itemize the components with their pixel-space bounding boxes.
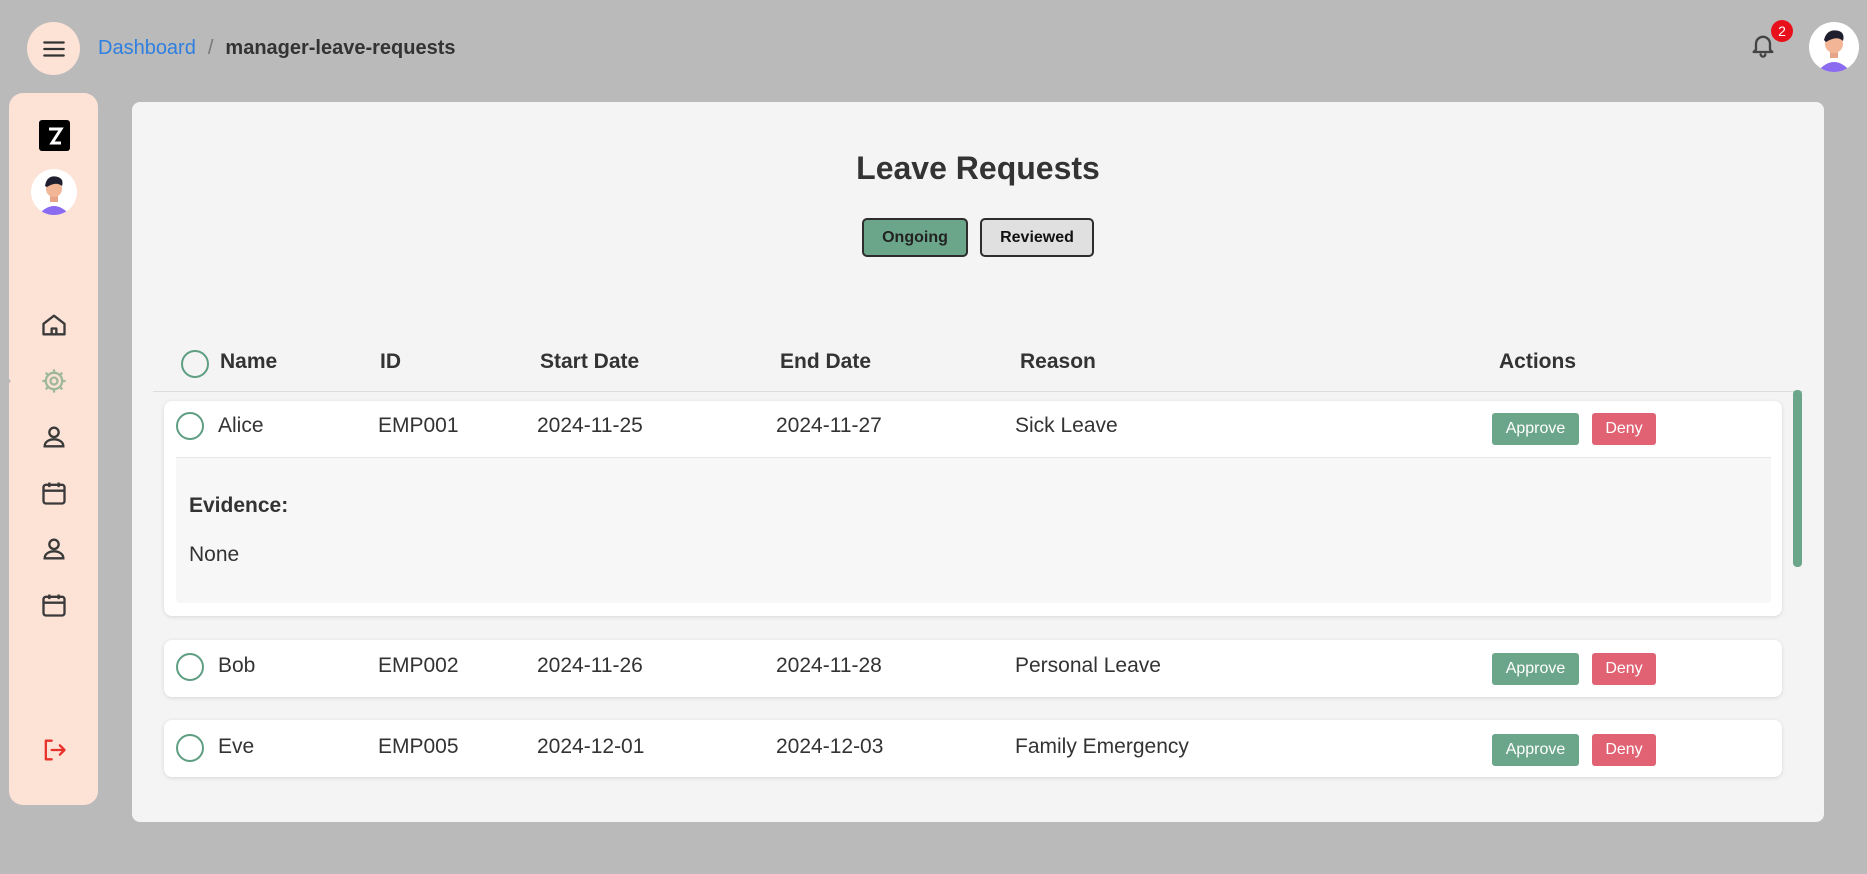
table-header: Name ID Start Date End Date Reason Actio… [153,346,1803,392]
row-select-radio[interactable] [176,653,204,681]
sidebar-item-employees[interactable] [38,533,70,565]
row-end-date: 2024-12-03 [776,735,884,758]
breadcrumb-current: manager-leave-requests [225,37,456,59]
logout-button[interactable] [38,734,70,766]
row-start-date: 2024-11-26 [537,654,643,677]
approve-button[interactable]: Approve [1492,653,1579,685]
column-header-actions: Actions [1499,350,1577,373]
approve-button[interactable]: Approve [1492,734,1579,766]
row-name: Alice [218,414,264,437]
row-select-radio[interactable] [176,734,204,762]
row-reason: Family Emergency [1015,735,1189,758]
table-scrollbar[interactable] [1793,390,1802,567]
logout-icon [44,739,66,761]
sidebar-avatar[interactable] [31,169,77,215]
row-id: EMP001 [378,414,459,437]
evidence-value: None [189,543,240,566]
calendar-icon [42,482,66,505]
notification-badge: 2 [1771,20,1793,42]
row-name: Eve [218,735,255,758]
row-name: Bob [218,654,256,677]
evidence-label: Evidence: [189,494,289,517]
row-end-date: 2024-11-28 [776,654,882,677]
active-indicator [0,369,11,393]
select-all-radio[interactable] [181,350,209,378]
row-start-date: 2024-11-25 [537,414,643,437]
row-reason: Personal Leave [1015,654,1161,677]
gear-icon [42,369,66,393]
row-start-date: 2024-12-01 [537,735,645,758]
deny-button[interactable]: Deny [1592,653,1656,685]
table-row[interactable]: Eve EMP005 2024-12-01 2024-12-03 Family … [164,720,1782,777]
breadcrumb-dashboard-link[interactable]: Dashboard [98,37,196,60]
status-tabs: Ongoing Reviewed [862,218,1094,257]
sidebar [9,93,98,805]
table-row[interactable]: Bob EMP002 2024-11-26 2024-11-28 Persona… [164,640,1782,697]
home-icon [42,314,66,336]
evidence-panel: Evidence: None [176,457,1771,603]
sidebar-item-profile[interactable] [38,421,70,453]
sidebar-item-settings[interactable] [38,365,70,397]
breadcrumb-separator: / [207,37,214,59]
menu-button[interactable] [27,22,80,75]
person-icon [43,426,65,448]
hamburger-menu-icon [42,40,65,57]
column-header-end-date: End Date [780,350,872,373]
table-row[interactable]: Alice EMP001 2024-11-25 2024-11-27 Sick … [164,401,1782,616]
approve-button[interactable]: Approve [1492,413,1579,445]
column-header-start-date: Start Date [540,350,640,373]
row-end-date: 2024-11-27 [776,414,882,437]
column-header-reason: Reason [1020,350,1096,373]
sidebar-item-home[interactable] [38,309,70,341]
row-id: EMP002 [378,654,459,677]
tab-reviewed[interactable]: Reviewed [980,218,1094,257]
sidebar-item-schedule[interactable] [38,589,70,621]
user-avatar[interactable] [1809,22,1859,72]
app-logo[interactable] [39,120,70,151]
column-header-id: ID [380,350,401,373]
person-icon [43,538,65,560]
tab-ongoing[interactable]: Ongoing [862,218,968,257]
deny-button[interactable]: Deny [1592,413,1656,445]
leave-requests-card: Leave Requests Ongoing Reviewed Name ID … [132,102,1824,822]
sidebar-item-calendar[interactable] [38,477,70,509]
deny-button[interactable]: Deny [1592,734,1656,766]
row-reason: Sick Leave [1015,414,1118,437]
calendar-icon [42,594,66,617]
page-title: Leave Requests [856,150,1100,186]
row-id: EMP005 [378,735,459,758]
breadcrumb: Dashboard / manager-leave-requests [98,37,456,60]
column-header-name: Name [220,350,278,373]
row-select-radio[interactable] [176,412,204,440]
